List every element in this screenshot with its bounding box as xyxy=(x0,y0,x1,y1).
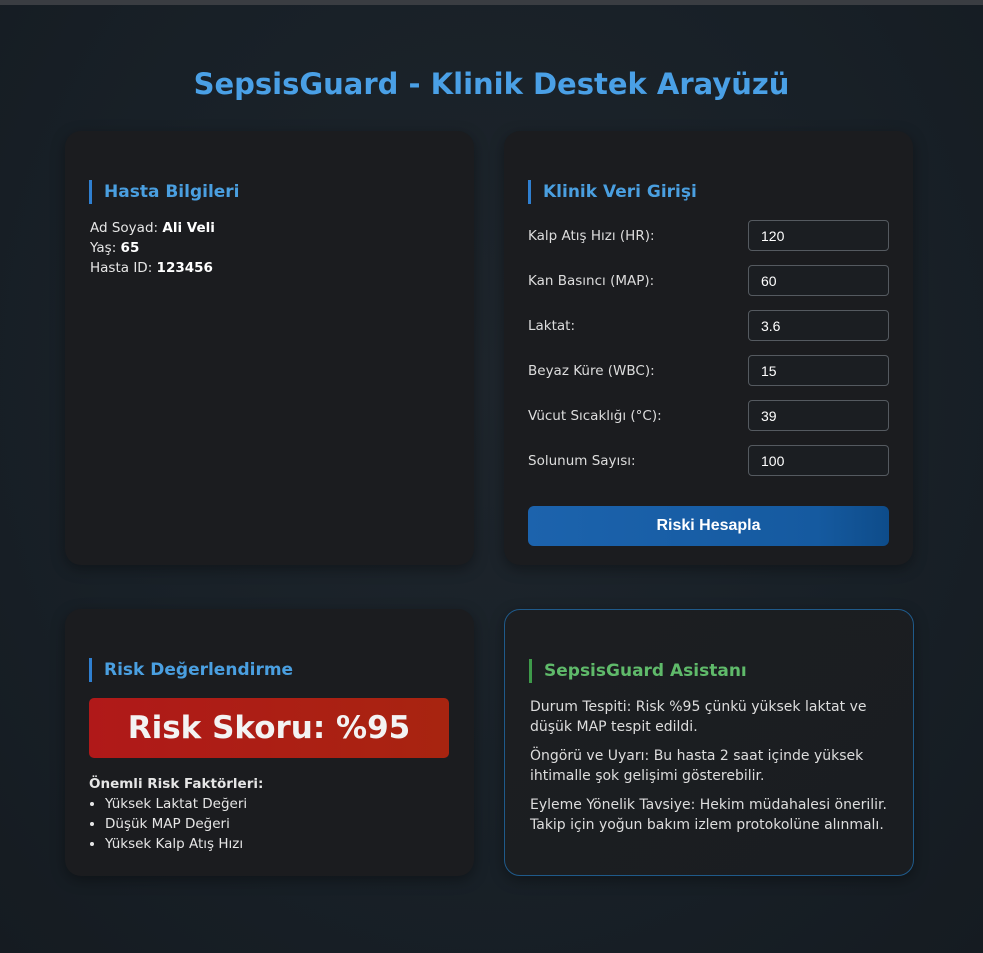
hr-label: Kalp Atış Hızı (HR): xyxy=(528,228,655,244)
page-title: SepsisGuard - Klinik Destek Arayüzü xyxy=(193,67,790,101)
hr-row: Kalp Atış Hızı (HR): xyxy=(528,220,889,251)
resp-label: Solunum Sayısı: xyxy=(528,453,636,469)
assistant-status: Durum Tespiti: Risk %95 çünkü yüksek lak… xyxy=(530,699,867,735)
lactate-input[interactable] xyxy=(748,310,889,341)
age-label: Yaş: xyxy=(90,240,117,256)
map-label: Kan Basıncı (MAP): xyxy=(528,273,655,289)
risk-factors: Önemli Risk Faktörleri: Yüksek Laktat De… xyxy=(89,774,263,854)
resp-input[interactable] xyxy=(748,445,889,476)
assistant-warning: Öngörü ve Uyarı: Bu hasta 2 saat içinde … xyxy=(530,748,864,784)
risk-heading: Risk Değerlendirme xyxy=(89,658,293,682)
risk-factors-label: Önemli Risk Faktörleri: xyxy=(89,776,264,792)
calculate-risk-button[interactable]: Riski Hesapla xyxy=(528,506,889,546)
clinical-input-card: Klinik Veri Girişi Kalp Atış Hızı (HR): … xyxy=(504,131,913,565)
patient-id: 123456 xyxy=(156,260,213,276)
resp-row: Solunum Sayısı: xyxy=(528,445,889,476)
risk-factor-item: Yüksek Kalp Atış Hızı xyxy=(105,834,263,854)
hr-input[interactable] xyxy=(748,220,889,251)
lactate-label: Laktat: xyxy=(528,318,576,334)
temp-row: Vücut Sıcaklığı (°C): xyxy=(528,400,889,431)
temp-input[interactable] xyxy=(748,400,889,431)
risk-card: Risk Değerlendirme Risk Skoru: %95 Öneml… xyxy=(65,609,474,876)
risk-factor-item: Yüksek Laktat Değeri xyxy=(105,794,263,814)
patient-name: Ali Veli xyxy=(162,220,215,236)
name-label: Ad Soyad: xyxy=(90,220,159,236)
assistant-heading: SepsisGuard Asistanı xyxy=(529,659,747,683)
id-label: Hasta ID: xyxy=(90,260,153,276)
patient-info-heading: Hasta Bilgileri xyxy=(89,180,240,204)
assistant-recommendation: Eyleme Yönelik Tavsiye: Hekim müdahalesi… xyxy=(530,797,887,833)
wbc-label: Beyaz Küre (WBC): xyxy=(528,363,655,379)
assistant-card: SepsisGuard Asistanı Durum Tespiti: Risk… xyxy=(504,609,914,876)
wbc-input[interactable] xyxy=(748,355,889,386)
patient-info: Ad Soyad: Ali Veli Yaş: 65 Hasta ID: 123… xyxy=(90,218,215,278)
patient-info-card: Hasta Bilgileri Ad Soyad: Ali Veli Yaş: … xyxy=(65,131,474,565)
temp-label: Vücut Sıcaklığı (°C): xyxy=(528,408,662,424)
map-row: Kan Basıncı (MAP): xyxy=(528,265,889,296)
clinical-input-heading: Klinik Veri Girişi xyxy=(528,180,697,204)
wbc-row: Beyaz Küre (WBC): xyxy=(528,355,889,386)
risk-factor-item: Düşük MAP Değeri xyxy=(105,814,263,834)
risk-score: Risk Skoru: %95 xyxy=(89,698,449,758)
lactate-row: Laktat: xyxy=(528,310,889,341)
patient-age: 65 xyxy=(120,240,140,256)
map-input[interactable] xyxy=(748,265,889,296)
assistant-messages: Durum Tespiti: Risk %95 çünkü yüksek lak… xyxy=(530,697,895,844)
